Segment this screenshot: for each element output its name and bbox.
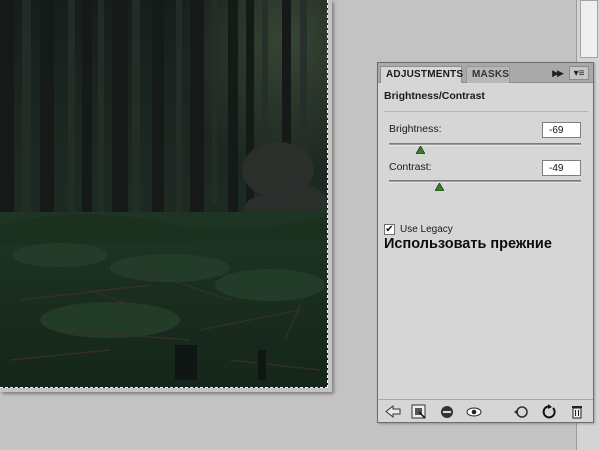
contrast-value-input[interactable] <box>542 160 581 176</box>
brightness-slider-thumb[interactable] <box>415 146 425 154</box>
panel-bottom-toolbar <box>378 399 593 423</box>
use-legacy-label[interactable]: Use Legacy <box>400 223 453 236</box>
tab-adjustments[interactable]: ADJUSTMENTS <box>380 66 463 83</box>
forest-photo <box>0 0 328 388</box>
russian-caption: Использовать прежние <box>384 236 552 252</box>
previous-state-icon[interactable] <box>512 403 530 420</box>
scrollbar-thumb[interactable] <box>580 0 598 58</box>
panel-menu-icon[interactable]: ▾≡ <box>569 66 589 80</box>
back-arrow-icon[interactable] <box>384 403 402 420</box>
document-canvas[interactable] <box>0 0 332 392</box>
brightness-label: Brightness: <box>389 123 442 135</box>
visibility-eye-icon[interactable] <box>465 403 483 420</box>
adjustments-panel: ADJUSTMENTS MASKS ▶▶ ▾≡ Brightness/Contr… <box>377 62 594 423</box>
adjustment-title: Brightness/Contrast <box>384 90 485 102</box>
title-divider <box>384 111 588 112</box>
expanded-view-icon[interactable] <box>410 403 428 420</box>
contrast-slider-thumb[interactable] <box>434 183 444 191</box>
trash-icon[interactable] <box>568 403 586 420</box>
use-legacy-checkbox[interactable]: ✔ <box>384 224 395 235</box>
contrast-slider-track[interactable] <box>389 180 581 191</box>
reset-icon[interactable] <box>540 403 558 420</box>
forest-illustration <box>0 0 328 388</box>
brightness-slider-track[interactable] <box>389 143 581 154</box>
panel-tab-bar: ADJUSTMENTS MASKS ▶▶ ▾≡ <box>378 63 593 83</box>
contrast-label: Contrast: <box>389 161 432 173</box>
clip-to-layer-icon[interactable] <box>438 403 456 420</box>
brightness-value-input[interactable] <box>542 122 581 138</box>
expand-arrows-icon[interactable]: ▶▶ <box>549 66 565 80</box>
tab-masks[interactable]: MASKS <box>466 66 510 83</box>
